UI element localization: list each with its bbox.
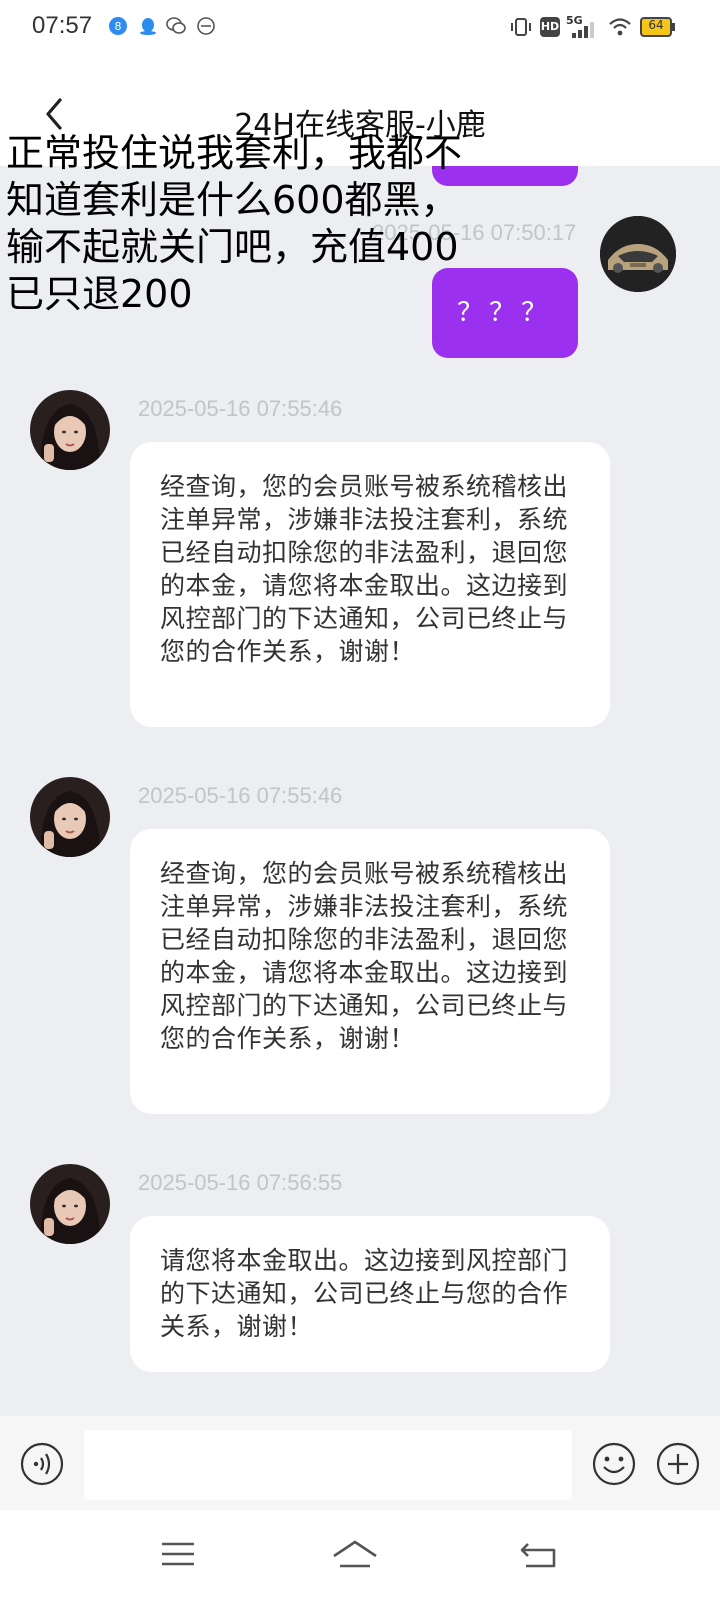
user-avatar[interactable] (600, 216, 676, 292)
cell-signal-icon: 5G (566, 14, 606, 40)
overlay-caption-line: 知道套利是什么600都黑， (6, 178, 459, 222)
status-bar: 07:57 8 HD 5G 64 (0, 0, 720, 56)
svg-text:8: 8 (115, 20, 122, 33)
voice-icon[interactable] (20, 1442, 64, 1486)
back-arrow-icon[interactable] (518, 1536, 562, 1572)
wifi-icon (609, 18, 631, 36)
status-time: 07:57 (32, 12, 93, 39)
agent-avatar[interactable] (30, 1164, 110, 1244)
message-timestamp: 2025-05-16 07:55:46 (138, 396, 343, 421)
message-input[interactable] (84, 1430, 572, 1500)
overlay-caption-line: 输不起就关门吧，充值400 (6, 225, 459, 269)
chat-message-list[interactable]: 2025-05-16 07:50:17 ？？？ 2025-05-16 07:55… (0, 166, 720, 1416)
app-notification-icon-2 (197, 17, 215, 35)
plus-icon[interactable] (656, 1442, 700, 1486)
overlay-caption: 正常投住说我套利，我都不 知道套利是什么600都黑， 输不起就关门吧，充值400… (6, 130, 506, 318)
received-message-bubble[interactable]: 请您将本金取出。这边接到风控部门的下达通知，公司已终止与您的合作关系，谢谢！ (130, 1216, 610, 1372)
battery-level: 64 (648, 18, 664, 32)
menu-icon[interactable] (156, 1536, 200, 1572)
vibrate-icon (511, 18, 531, 36)
home-icon[interactable] (330, 1536, 380, 1572)
chevron-left-icon[interactable] (36, 94, 72, 134)
received-message-bubble[interactable]: 经查询，您的会员账号被系统稽核出注单异常，涉嫌非法投注套利，系统已经自动扣除您的… (130, 829, 610, 1114)
agent-avatar[interactable] (30, 390, 110, 470)
received-message-bubble[interactable]: 经查询，您的会员账号被系统稽核出注单异常，涉嫌非法投注套利，系统已经自动扣除您的… (130, 442, 610, 727)
qq-icon (140, 18, 156, 35)
message-timestamp: 2025-05-16 07:56:55 (138, 1170, 343, 1195)
battery-icon: 64 (640, 17, 676, 37)
message-timestamp: 2025-05-16 07:55:46 (138, 783, 343, 808)
agent-avatar[interactable] (30, 777, 110, 857)
overlay-caption-line: 已只退200 (6, 272, 193, 316)
overlay-caption-line: 正常投住说我套利，我都不 (6, 131, 463, 175)
emoji-icon[interactable] (592, 1442, 636, 1486)
app-notification-icon: 8 (109, 17, 127, 35)
hd-badge: HD (540, 17, 560, 37)
message-input-bar (0, 1416, 720, 1510)
wechat-icon (166, 17, 186, 34)
system-navigation-bar (0, 1510, 720, 1600)
